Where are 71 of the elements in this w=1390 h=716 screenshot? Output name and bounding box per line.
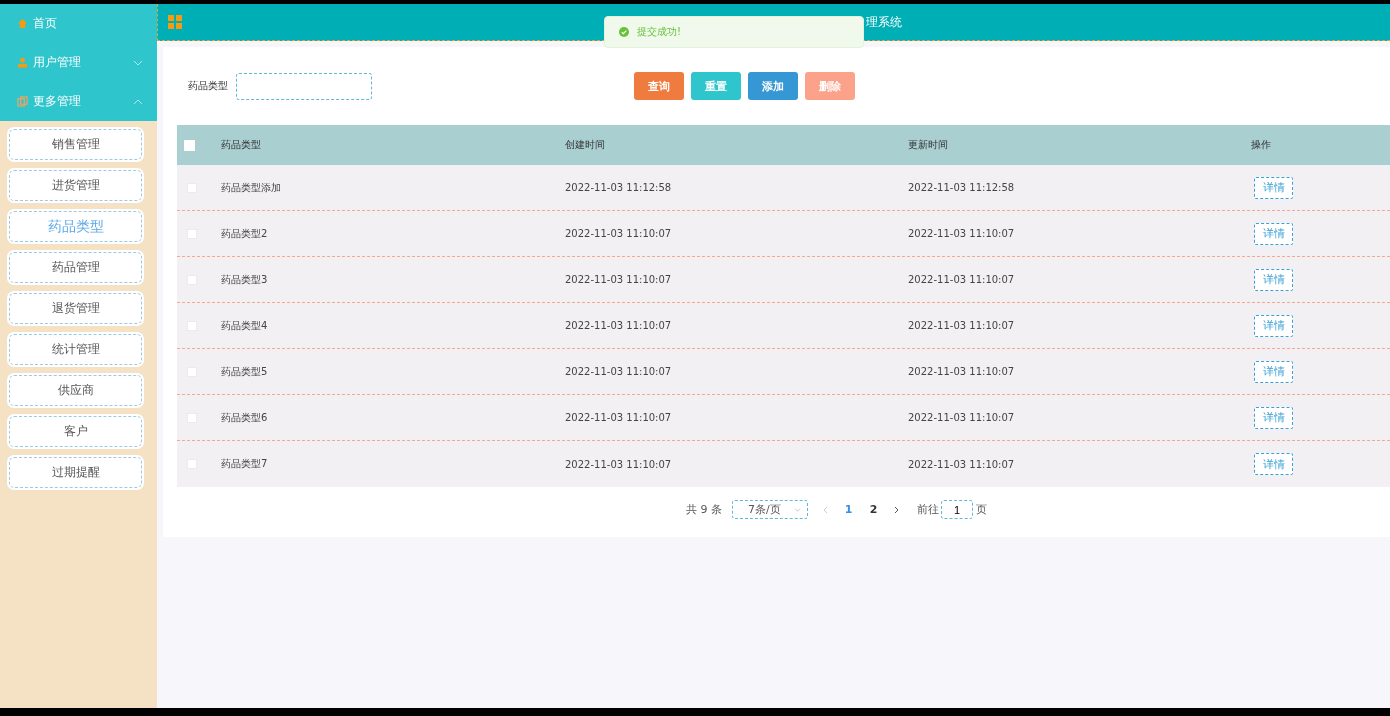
table-cell-text: 2022-11-03 11:10:07 [908,366,1016,377]
page-number[interactable]: 2 [861,503,886,516]
total-count: 共 9 条 [686,502,722,517]
home-icon [17,18,28,29]
table-cell-text: 药品类型2 [221,226,269,241]
table-cell-text: 2022-11-03 11:12:58 [565,182,673,193]
table-cell-text: 2022-11-03 11:10:07 [565,412,673,423]
sidebar-menu-item[interactable]: 用户管理 [0,43,157,82]
app-title: 理系统 [866,13,902,31]
table-cell-text: 2022-11-03 11:10:07 [908,320,1016,331]
sidebar-item[interactable]: 药品类型 [7,209,144,244]
table-cell-text: 2022-11-03 11:10:07 [565,320,673,331]
table-cell-text: 药品类型4 [221,318,269,333]
detail-button[interactable]: 详情 [1254,406,1293,429]
sidebar-menu-item[interactable]: 首页 [0,4,157,43]
table-cell-text: 2022-11-03 11:12:58 [908,182,1016,193]
table-cell-text: 药品类型5 [221,364,269,379]
table-cell-text: 2022-11-03 11:10:07 [908,458,1016,470]
user-icon [17,57,28,68]
column-header: 操作 [1251,138,1272,152]
table-cell-text: 药品类型7 [221,457,269,471]
action-button[interactable]: 删除 [805,72,855,100]
chevron-right-icon[interactable] [894,505,899,514]
sidebar-item[interactable]: 统计管理 [7,332,144,367]
detail-button[interactable]: 详情 [1254,314,1293,337]
column-header: 更新时间 [908,138,949,152]
detail-button[interactable]: 详情 [1254,360,1293,383]
detail-button[interactable]: 详情 [1254,222,1293,245]
table-cell-text: 药品类型3 [221,272,269,287]
chevron-left-icon[interactable] [823,505,828,514]
sidebar-item[interactable]: 进货管理 [7,168,144,203]
check-circle-icon [619,27,629,37]
action-button[interactable]: 添加 [748,72,798,100]
detail-button[interactable]: 详情 [1254,453,1293,475]
detail-button[interactable]: 详情 [1254,268,1293,291]
goto-page-field[interactable]: 1 [941,500,973,519]
table-cell-text: 2022-11-03 11:10:07 [565,458,673,470]
page-size-value: 7条/页 [748,502,781,517]
sidebar-item[interactable]: 客户 [7,414,144,449]
table-cell-text: 2022-11-03 11:10:07 [908,412,1016,423]
table-cell-text: 2022-11-03 11:10:07 [565,366,673,377]
chevron-up-icon [133,98,143,105]
select-all-checkbox[interactable] [184,139,195,151]
grid-icon[interactable] [168,15,182,29]
goto-label: 前往 [917,502,939,517]
page-number[interactable]: 1 [836,503,861,516]
table-cell-text: 药品类型6 [221,410,269,425]
page-suffix: 页 [976,502,987,517]
column-header: 药品类型 [221,138,262,152]
column-header: 创建时间 [565,138,606,152]
chevron-down-icon [133,59,143,66]
table-cell-text: 2022-11-03 11:10:07 [908,228,1016,239]
table-cell-text: 2022-11-03 11:10:07 [565,228,673,239]
sidebar-item[interactable]: 供应商 [7,373,144,408]
table-cell-text: 药品类型添加 [221,180,282,195]
table-cell-text: 2022-11-03 11:10:07 [565,274,673,285]
sidebar-menu-item[interactable]: 更多管理 [0,82,157,121]
action-button[interactable]: 重置 [691,72,741,100]
table-cell-text: 2022-11-03 11:10:07 [908,274,1016,285]
field-label: 药品类型 [188,79,228,93]
sidebar-item[interactable]: 药品管理 [7,250,144,285]
copy-icon [17,96,28,107]
search-field[interactable] [236,72,372,100]
sidebar-item[interactable]: 过期提醒 [7,455,144,490]
detail-button[interactable]: 详情 [1254,176,1293,199]
sidebar-item[interactable]: 销售管理 [7,127,144,162]
sidebar-item[interactable]: 退货管理 [7,291,144,326]
toast-message: 提交成功! [637,25,681,39]
action-button[interactable]: 查询 [634,72,684,100]
page-size-select[interactable]: 7条/页 [732,500,808,519]
chevron-down-icon [794,507,801,512]
